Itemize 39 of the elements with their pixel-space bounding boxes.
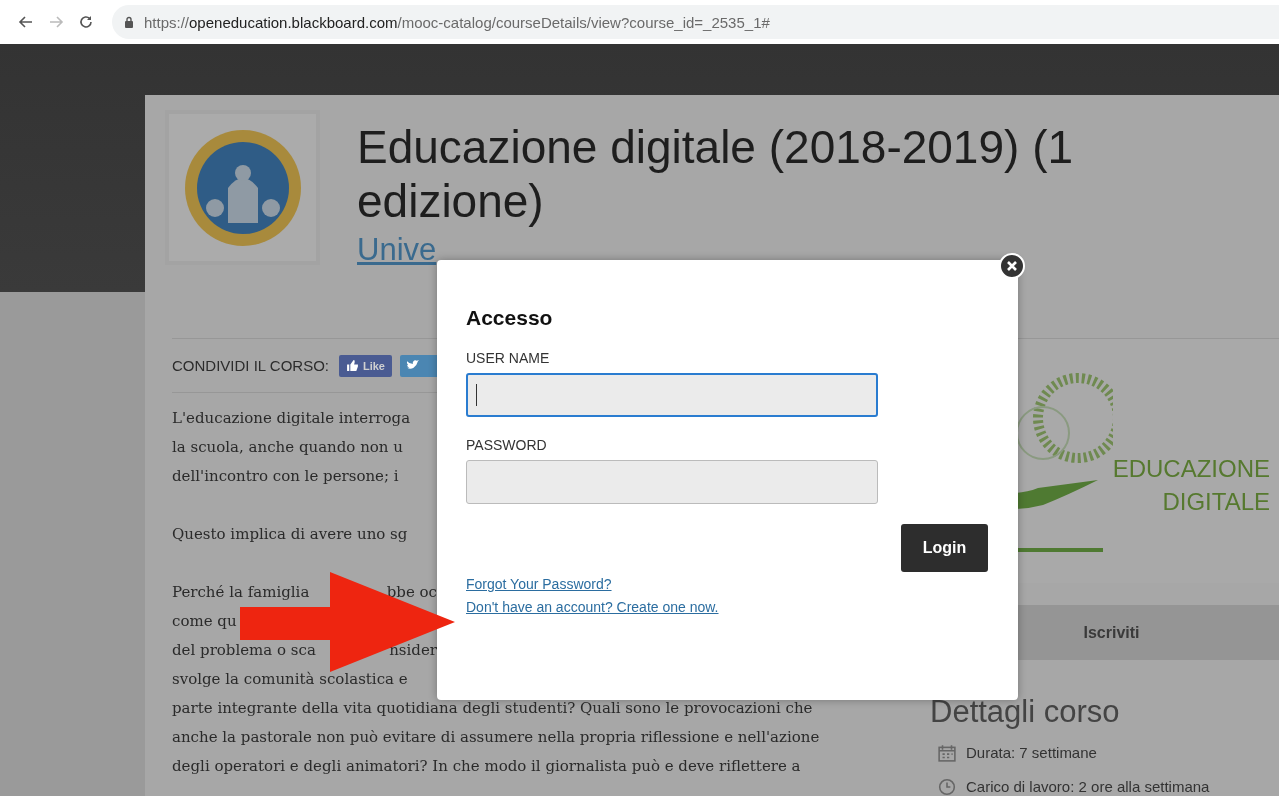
login-button[interactable]: Login (901, 524, 988, 572)
share-button[interactable] (400, 354, 440, 377)
paragraph-text: come qu (172, 612, 237, 630)
share-label: CONDIVIDI IL CORSO: (172, 357, 329, 374)
logo-text: DIGITALE (1162, 487, 1270, 517)
paragraph-text: Questo implica di avere uno sg (172, 525, 408, 543)
logo-text: EDUCAZIONE (1112, 454, 1270, 484)
dialog-link[interactable]: Forgot Your Password? (466, 573, 612, 596)
details-heading: Dettagli corso (930, 693, 1121, 731)
reload-icon[interactable] (78, 14, 94, 30)
thumbs-up-icon (345, 359, 359, 372)
detail-text: Durata: 7 settimane (966, 743, 1097, 763)
paragraph-text: del problema o sca (172, 640, 316, 661)
paragraph-text: parte integrante della vita quotidiana degli studenti? Quali sono le provocazioni che (172, 699, 813, 717)
paragraph-text: la scuola, anche quando non u (172, 438, 403, 456)
url-text: https://openeducation.blackboard.com/mooc-catalog/courseDetails/view?course_id=_2535_1# (144, 13, 770, 31)
field-label: PASSWORD (466, 437, 548, 453)
paragraph-text: Perché la famiglia (172, 582, 310, 603)
paragraph-text: nsider (389, 640, 437, 661)
like-button[interactable]: Like (338, 354, 392, 377)
input-field[interactable] (466, 460, 878, 504)
paragraph-text: L'educazione digitale interroga (172, 409, 411, 427)
paragraph-text: anche la pastorale non può evitare di assumere nella propria riflessione e nell'azione (172, 728, 820, 746)
dialog-link[interactable]: Don't have an account? Create one now. (466, 596, 719, 619)
lock-icon (124, 16, 134, 28)
course-title: Educazione digitale (2018-2019) (1 edizione) (357, 120, 1075, 228)
clock-icon (938, 778, 956, 796)
paragraph-text: degli operatori e degli animatori? In che modo il giornalista può e deve riflettere a (172, 757, 801, 775)
input-field[interactable] (466, 373, 878, 417)
back-icon[interactable] (18, 14, 34, 30)
detail-text: Carico di lavoro: 2 ore alla settimana (966, 777, 1210, 796)
field-label: USER NAME (466, 350, 551, 366)
paragraph-text: dell'incontro con le persone; i (172, 467, 399, 485)
paragraph-text: svolge la comunità scolastica e (172, 670, 408, 688)
paragraph-text: bbe oc (386, 582, 437, 603)
dialog-title: Accesso (466, 306, 554, 330)
address-bar[interactable]: https://openeducation.blackboard.com/mooc-catalog/courseDetails/view?course_id=_2535_1# (112, 5, 1279, 39)
calendar-icon (938, 744, 956, 762)
bird-icon (406, 360, 419, 371)
